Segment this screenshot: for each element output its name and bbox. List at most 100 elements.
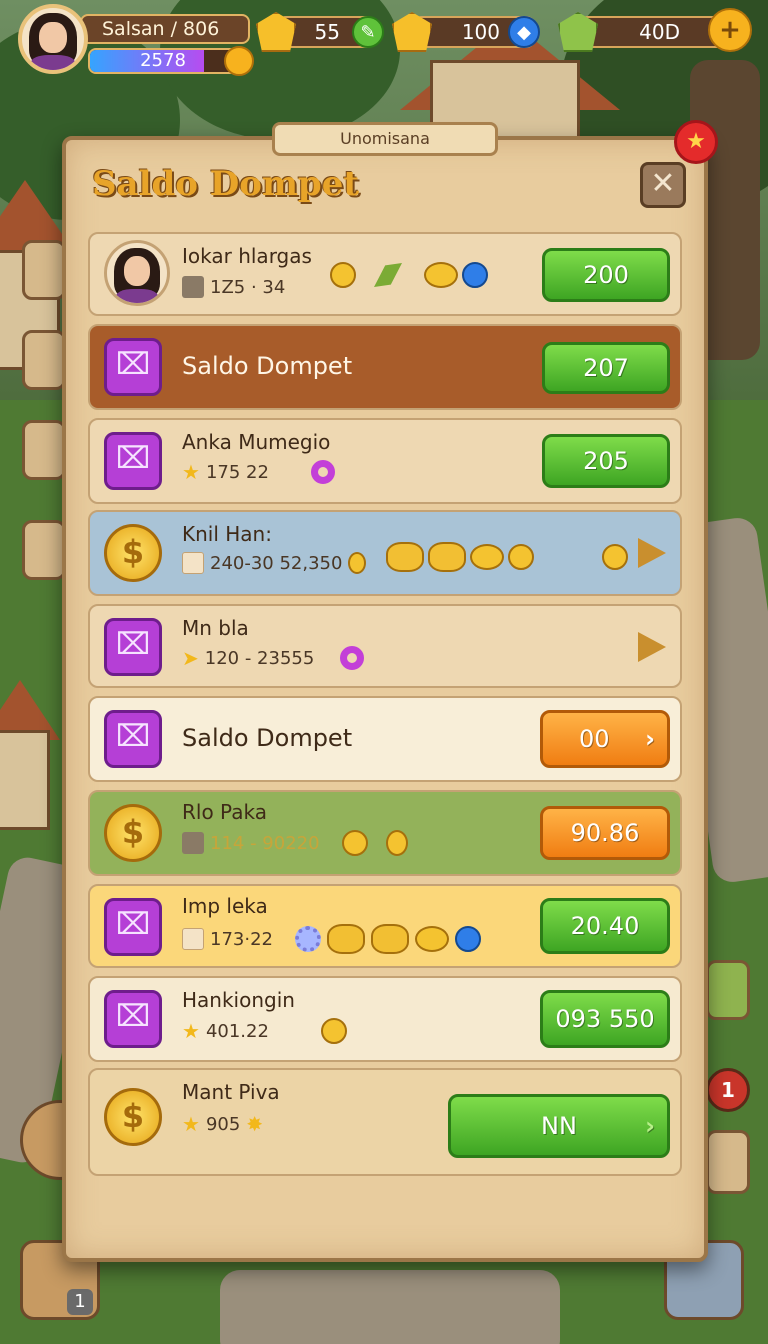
- row-action-button[interactable]: 90.86: [540, 806, 670, 860]
- row-title: Iokar hlargas: [182, 244, 312, 268]
- purple-chest-icon: [104, 990, 162, 1048]
- profile-avatar: [104, 240, 170, 306]
- row-subtitle-value: 905: [205, 1113, 241, 1135]
- row-title: Knil Han:: [182, 522, 272, 546]
- resource-value: 100: [461, 20, 500, 44]
- purple-chest-icon: [104, 618, 162, 676]
- side-upgrade-icon[interactable]: [706, 960, 750, 1020]
- wallet-row[interactable]: $ Mant Piva ★ 905 ✸ NN ›: [88, 1068, 682, 1176]
- close-button[interactable]: ✕: [640, 162, 686, 208]
- row-rewards: [386, 542, 628, 572]
- row-subtitle-value: 1Z5 · 34: [210, 276, 286, 298]
- row-rewards: [330, 262, 488, 288]
- side-pet-icon[interactable]: [706, 1130, 750, 1194]
- leaf-icon: [374, 263, 402, 287]
- player-hud[interactable]: Salsan / 806 2578: [18, 4, 254, 78]
- resource-value-bar: 40D: [578, 16, 728, 48]
- row-action-button[interactable]: 205: [542, 434, 670, 488]
- resource-counter-3[interactable]: 40D +: [558, 8, 754, 52]
- panel-title: Saldo Dompet: [92, 164, 360, 204]
- resource-value: 55: [314, 20, 340, 44]
- resource-counter-1[interactable]: 55 ✎: [256, 12, 384, 52]
- xp-value: 2578: [140, 50, 186, 71]
- star-icon: ★: [182, 460, 200, 484]
- row-action-label: NN: [541, 1112, 577, 1140]
- coin-icon: $: [104, 804, 162, 862]
- wallet-row[interactable]: Hankiongin ★ 401.22 093 550: [88, 976, 682, 1062]
- row-subtitle: 114 - 90220: [182, 830, 408, 856]
- coin-stack-icon: [370, 924, 409, 954]
- row-arrow-icon[interactable]: [638, 538, 666, 568]
- player-name: Salsan / 806: [102, 18, 220, 40]
- chevron-right-icon: ›: [645, 725, 655, 753]
- row-title: Imp leka: [182, 894, 268, 918]
- coin-icon: $: [104, 524, 162, 582]
- row-title: Saldo Dompet: [182, 724, 353, 752]
- stone-path: [220, 1270, 560, 1344]
- player-avatar[interactable]: [18, 4, 88, 74]
- donut-icon: [310, 460, 335, 484]
- row-action-button[interactable]: NN ›: [448, 1094, 670, 1158]
- coin-icon: [348, 552, 367, 574]
- coin-icon: [470, 544, 504, 570]
- side-character-icon[interactable]: [22, 330, 66, 390]
- character-icon: [182, 928, 204, 950]
- wallet-row[interactable]: Imp leka 173·22 20.40: [88, 884, 682, 968]
- purple-chest-icon: [104, 710, 162, 768]
- row-subtitle-value: 175 22: [205, 461, 269, 483]
- row-action-button[interactable]: 207: [542, 342, 670, 394]
- coin-icon: [424, 262, 458, 288]
- blue-gem-icon: [454, 926, 481, 952]
- xp-bar: 2578: [88, 48, 238, 74]
- row-action-button[interactable]: 20.40: [540, 898, 670, 954]
- panel-tab[interactable]: Unomisana: [272, 122, 498, 156]
- row-subtitle-value: 240-30 52,350: [210, 552, 343, 574]
- wallet-row[interactable]: Iokar hlargas 1Z5 · 34 200: [88, 232, 682, 316]
- row-subtitle: ★ 175 22: [182, 460, 335, 484]
- star-icon: ★: [182, 1019, 200, 1043]
- purple-chest-icon: [104, 338, 162, 396]
- side-quest-icon[interactable]: [22, 240, 66, 300]
- wallet-row[interactable]: Saldo Dompet 207: [88, 324, 682, 410]
- row-action-button[interactable]: 00 ›: [540, 710, 670, 768]
- row-title: Anka Mumegio: [182, 430, 331, 454]
- coin-icon: [341, 830, 368, 856]
- row-subtitle: ★ 401.22: [182, 1018, 347, 1044]
- ticket-icon: [182, 832, 204, 854]
- row-action-button[interactable]: 093 550: [540, 990, 670, 1048]
- row-subtitle-value: 114 - 90220: [210, 832, 320, 854]
- star-icon: ★: [182, 1112, 200, 1136]
- row-arrow-icon[interactable]: [638, 632, 666, 662]
- row-subtitle: 240-30 52,350: [182, 552, 367, 574]
- side-character-icon[interactable]: [22, 420, 66, 480]
- resource-counter-2[interactable]: 100 ◆: [392, 12, 542, 52]
- donut-icon: [340, 646, 365, 670]
- house-wall: [0, 730, 50, 830]
- wallet-row[interactable]: $ Rlo Paka 114 - 90220 90.86: [88, 790, 682, 876]
- coin-stack-icon: [326, 924, 365, 954]
- blue-gem-icon: ◆: [508, 16, 540, 48]
- chevron-right-icon: ›: [645, 1112, 655, 1140]
- notification-star-icon[interactable]: ★: [674, 120, 718, 164]
- row-title: Rlo Paka: [182, 800, 267, 824]
- row-subtitle: ★ 905 ✸: [182, 1112, 263, 1136]
- side-alert-button[interactable]: 1: [706, 1068, 750, 1112]
- row-action-button[interactable]: 200: [542, 248, 670, 302]
- plus-icon[interactable]: +: [708, 8, 752, 52]
- row-subtitle: 173·22: [182, 924, 481, 954]
- coin-icon: [508, 544, 534, 570]
- coin-stack-icon: [428, 542, 466, 572]
- coin-stack-badge: 1: [67, 1289, 93, 1315]
- ticket-icon: [182, 276, 204, 298]
- row-subtitle: ➤ 120 - 23555: [182, 646, 365, 670]
- wallet-row[interactable]: Saldo Dompet 00 ›: [88, 696, 682, 782]
- wallet-row[interactable]: Anka Mumegio ★ 175 22 205: [88, 418, 682, 504]
- coin-icon: [602, 544, 628, 570]
- star-icon: ✸: [246, 1112, 264, 1136]
- side-character-icon[interactable]: [22, 520, 66, 580]
- row-subtitle-value: 173·22: [210, 928, 273, 950]
- wallet-row[interactable]: Mn bla ➤ 120 - 23555: [88, 604, 682, 688]
- character-icon: [182, 552, 204, 574]
- wallet-row[interactable]: $ Knil Han: 240-30 52,350: [88, 510, 682, 596]
- player-name-plate: Salsan / 806: [80, 14, 250, 44]
